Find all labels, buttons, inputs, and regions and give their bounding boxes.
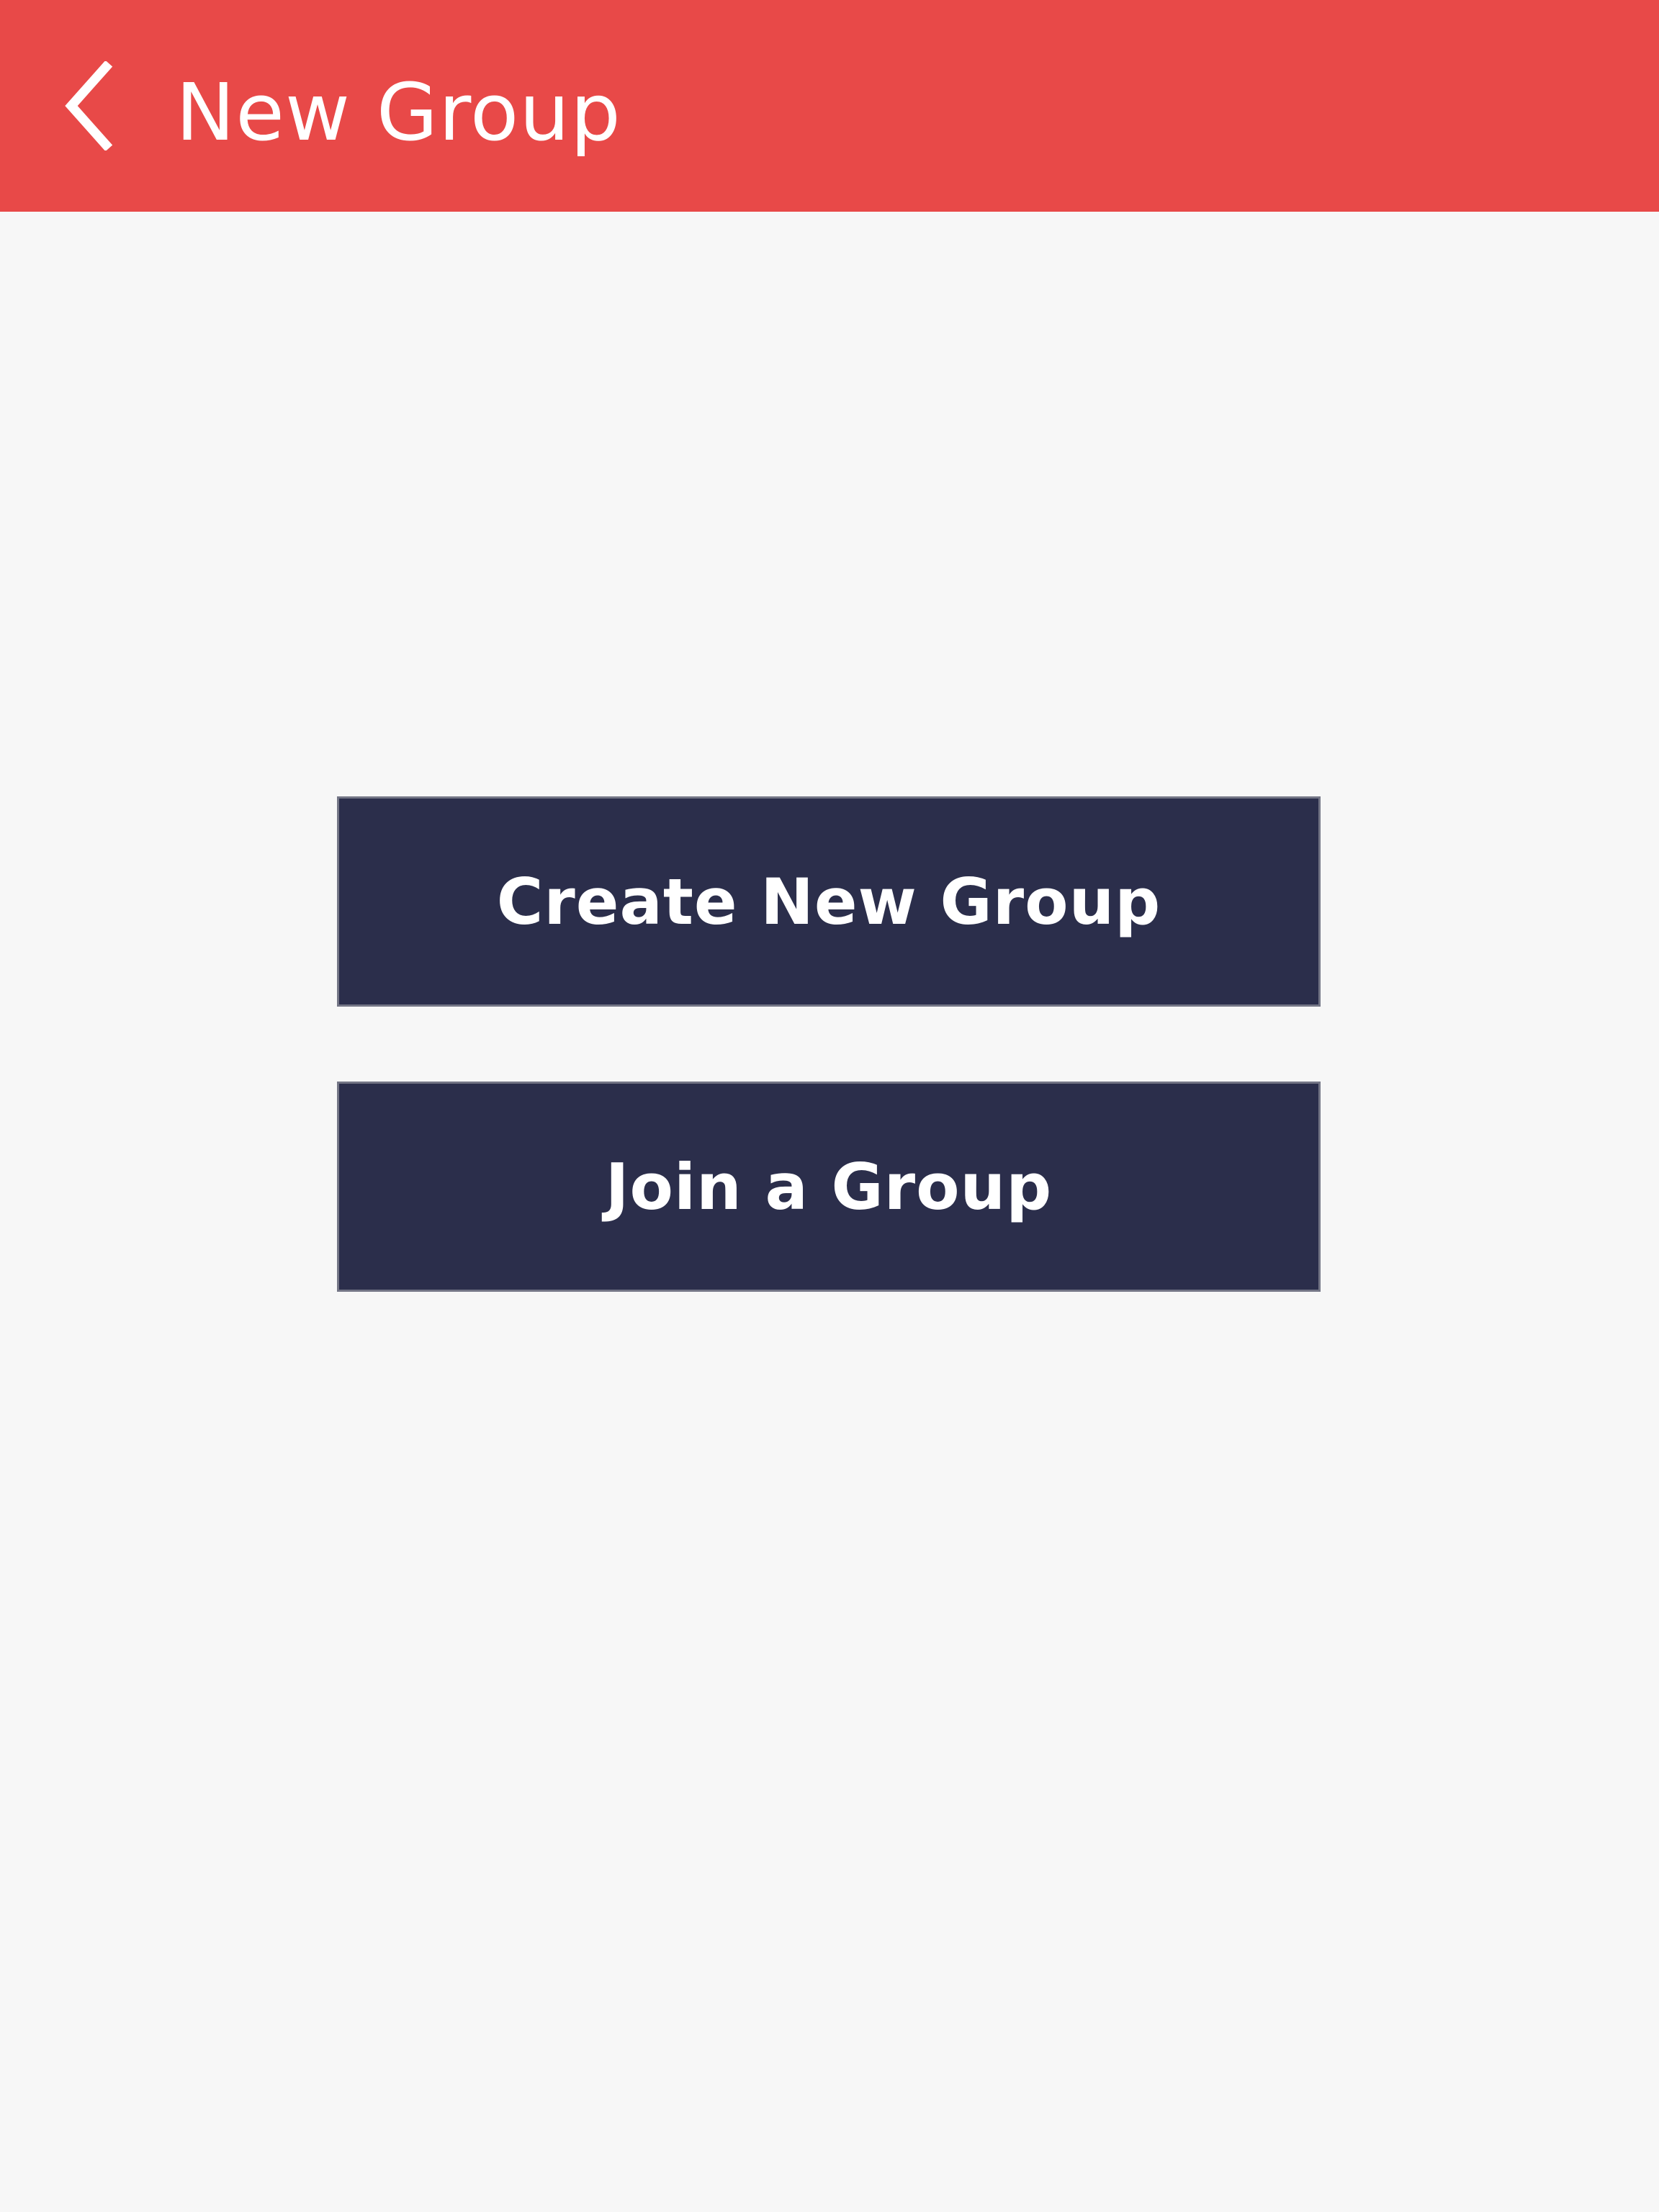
- page-title: New Group: [176, 66, 621, 158]
- back-button[interactable]: [40, 45, 138, 167]
- chevron-left-icon: [65, 61, 113, 150]
- create-new-group-button[interactable]: Create New Group: [337, 796, 1321, 1007]
- join-group-button[interactable]: Join a Group: [337, 1082, 1321, 1292]
- app-header: New Group: [0, 0, 1659, 212]
- group-options-panel: Create New Group Join a Group: [0, 212, 1659, 2212]
